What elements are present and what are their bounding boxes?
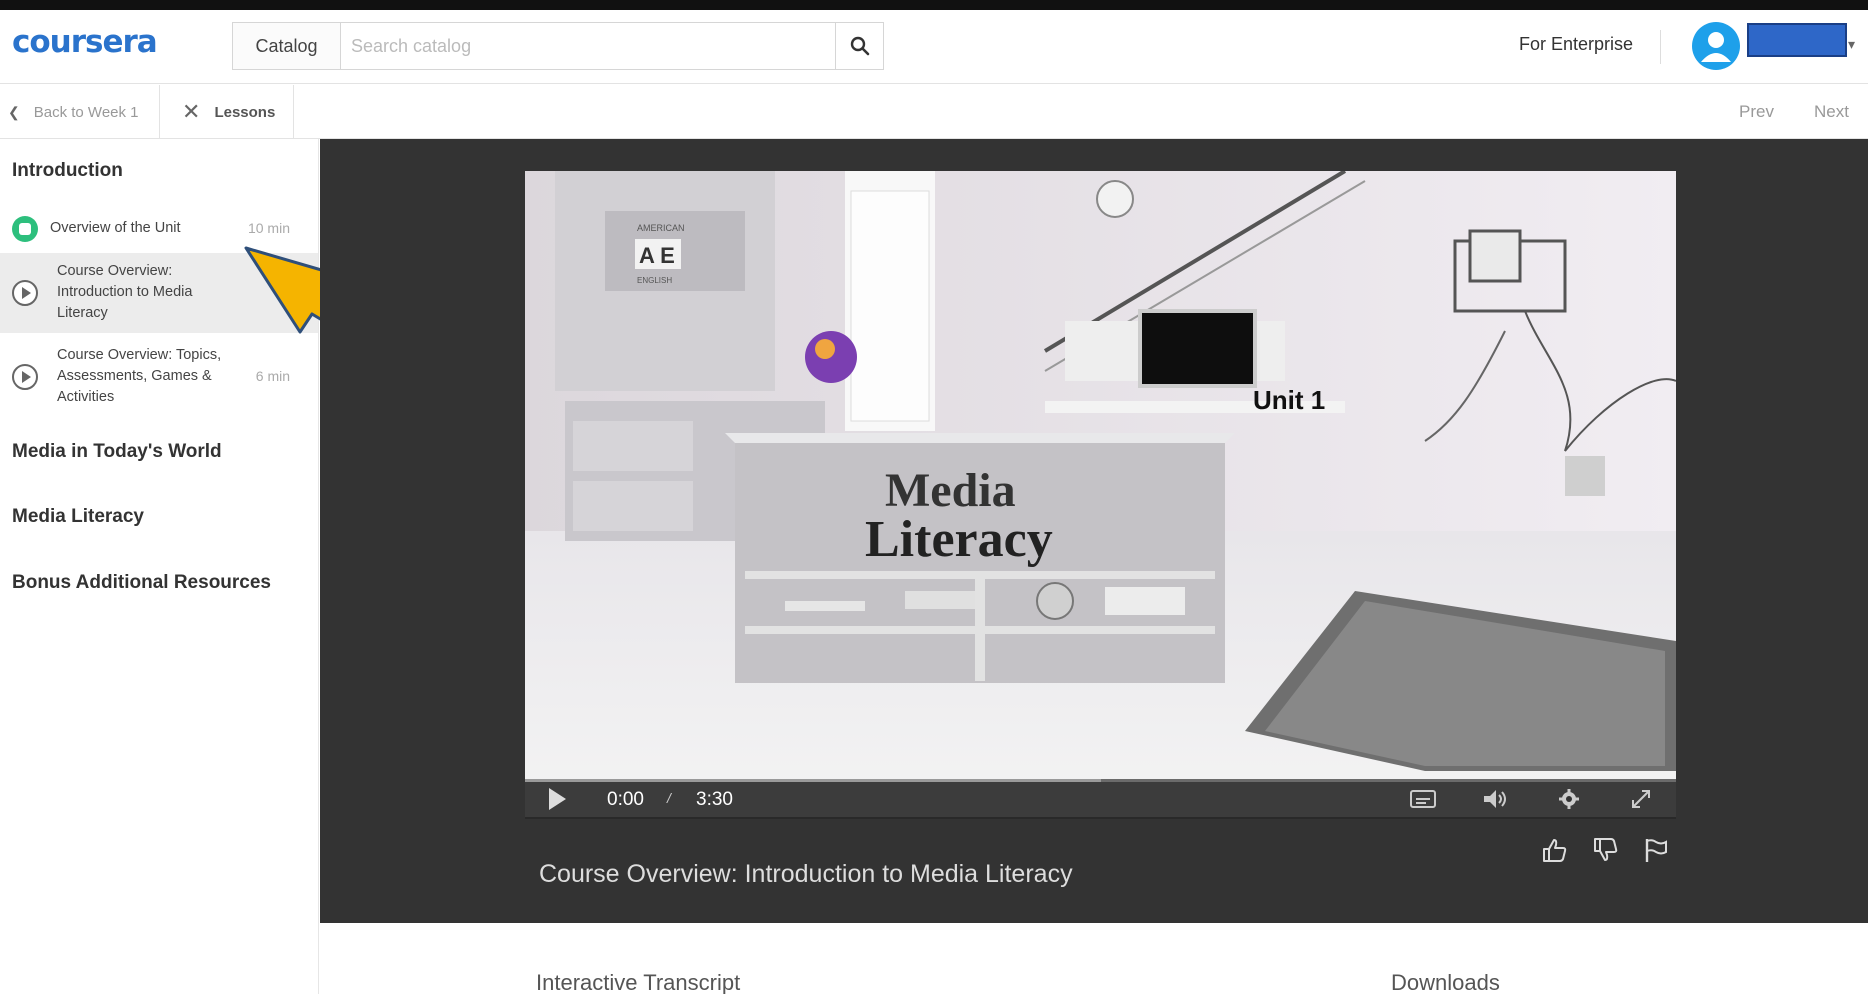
next-link[interactable]: Next [1814,102,1849,122]
lessons-toggle-button[interactable]: ✕ Lessons [160,85,294,139]
video-scene-image: AMERICAN A E ENGLISH Unit 1 Media Litera… [525,171,1676,817]
time-separator: / [667,790,671,806]
redacted-username[interactable] [1747,23,1847,57]
settings-icon[interactable] [1555,787,1583,811]
chevron-down-icon[interactable]: ▾ [1848,36,1855,53]
user-avatar-icon[interactable] [1692,22,1740,70]
video-title: Course Overview: Introduction to Media L… [539,860,1073,888]
thumbs-up-icon[interactable] [1540,836,1568,864]
progress-bar[interactable] [525,779,1676,782]
close-icon: ✕ [182,99,201,124]
completed-check-icon [12,216,38,242]
lesson-title: Course Overview: Topics, Assessments, Ga… [57,347,222,405]
lesson-duration: 10 min [247,220,290,236]
lessons-label: Lessons [214,103,276,121]
header-divider [1660,30,1661,64]
fullscreen-icon[interactable] [1627,787,1655,811]
module-media-literacy[interactable]: Media Literacy [12,506,144,528]
current-time: 0:00 [607,789,644,810]
lesson-title: Course Overview: Introduction to Media L… [57,263,193,321]
back-to-week-link[interactable]: ❮ Back to Week 1 [0,85,160,139]
duration-time: 3:30 [696,789,733,810]
chevron-left-icon: ❮ [8,103,20,120]
captions-icon[interactable] [1409,787,1437,811]
video-player[interactable]: AMERICAN A E ENGLISH Unit 1 Media Litera… [525,171,1676,817]
search-bar: Catalog [232,22,884,70]
module-introduction[interactable]: Introduction [12,160,123,182]
search-input[interactable] [341,23,835,69]
for-enterprise-link[interactable]: For Enterprise [1519,34,1633,55]
catalog-button[interactable]: Catalog [233,23,341,69]
search-button[interactable] [835,23,883,69]
shelf-top-text: AMERICAN [637,223,685,233]
flag-icon[interactable] [1642,836,1670,864]
volume-icon[interactable] [1481,787,1509,811]
buffer-bar [525,779,1101,782]
thumbs-down-icon[interactable] [1591,836,1619,864]
lesson-subnav: ❮ Back to Week 1 ✕ Lessons Prev Next [0,85,1868,139]
prev-link[interactable]: Prev [1739,102,1774,122]
desk-text-line1: Media [885,464,1016,517]
play-circle-icon [12,364,38,390]
module-bonus-resources[interactable]: Bonus Additional Resources [12,572,271,594]
coursera-logo[interactable]: coursera [12,24,158,60]
video-controls-bar: 0:00 / 3:30 [525,779,1676,819]
site-header: coursera Catalog For Enterprise ▾ [0,10,1868,84]
shelf-bottom-text: ENGLISH [637,276,672,285]
play-circle-icon [12,280,38,306]
desk-text-line2: Literacy [865,511,1053,568]
back-label: Back to Week 1 [33,103,139,121]
top-border [0,0,1868,10]
search-icon [850,36,869,56]
downloads-heading[interactable]: Downloads [1391,970,1500,994]
interactive-transcript-heading[interactable]: Interactive Transcript [536,970,740,994]
shelf-letters-text: A E [639,243,675,268]
module-media-todays-world[interactable]: Media in Today's World [12,441,222,463]
play-icon[interactable] [549,788,566,810]
unit-label-text: Unit 1 [1253,385,1325,415]
lesson-title: Overview of the Unit [50,220,181,236]
